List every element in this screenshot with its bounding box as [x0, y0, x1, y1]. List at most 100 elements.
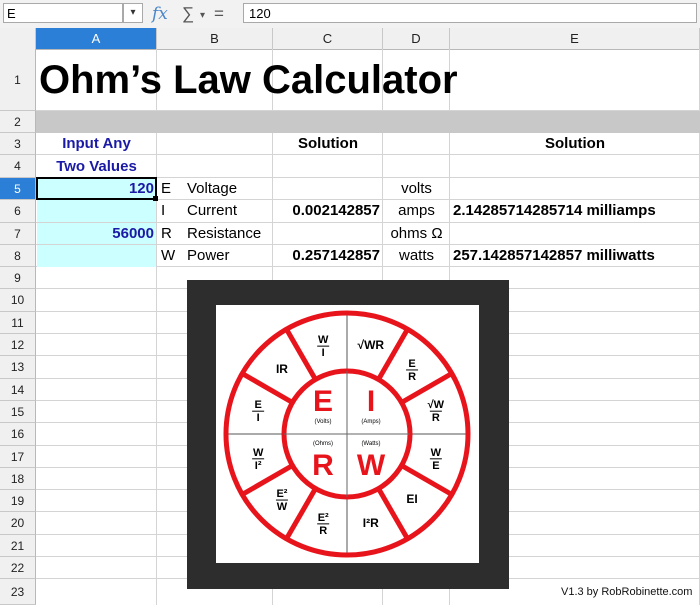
row-header-14[interactable]: 14	[0, 379, 36, 401]
ohms-law-wheel: √WRER√WRWEEII²RE²RE²WWI²EIIRWI E I R W (…	[223, 310, 471, 558]
column-header-a[interactable]: A	[36, 28, 157, 49]
current-label: Current	[187, 202, 238, 219]
center-volts: (Volts)	[314, 419, 331, 425]
power-label: Power	[187, 247, 230, 264]
wheel-segment-label: IR	[276, 362, 288, 376]
name-box[interactable]: E	[3, 3, 123, 23]
current-text-solution: 2.14285714285714 milliamps	[453, 202, 656, 219]
wheel-segment-numerator: E	[254, 399, 261, 411]
wheel-segment-label: EI	[406, 492, 417, 506]
wheel-segment-label: √WR	[358, 338, 385, 352]
center-r: R	[312, 449, 334, 482]
wheel-spoke	[376, 487, 410, 541]
center-e: E	[313, 385, 333, 418]
resistance-unit: ohms Ω	[390, 225, 443, 242]
wheel-image-background: √WR E R √W R W E EI I²R E² R E² W W I² E I IR W I E I R W (…	[216, 305, 479, 563]
row-header-11[interactable]: 11	[0, 312, 36, 334]
select-all-corner[interactable]	[0, 28, 36, 49]
row-header-22[interactable]: 22	[0, 557, 36, 579]
wheel-segment-denominator: I²	[255, 460, 262, 472]
column-header-c[interactable]: C	[273, 28, 383, 49]
center-ohms: (Ohms)	[313, 441, 333, 447]
wheel-spoke	[284, 327, 318, 381]
center-watts: (Watts)	[361, 441, 380, 447]
resistance-letter: R	[161, 225, 172, 242]
wheel-segment-numerator: √W	[428, 399, 445, 411]
row-header-5[interactable]: 5	[0, 178, 36, 200]
wheel-spoke	[400, 463, 454, 497]
row-header-6[interactable]: 6	[0, 200, 36, 223]
page-title: Ohm’s Law Calculator	[39, 58, 458, 102]
function-wizard-icon[interactable]: fx	[152, 4, 168, 24]
current-letter: I	[161, 202, 166, 219]
formula-icon[interactable]: =	[214, 4, 224, 24]
row-header-21[interactable]: 21	[0, 535, 36, 557]
wheel-segment-label: I²R	[363, 516, 379, 530]
wheel-segment-denominator: W	[277, 501, 288, 513]
resistance-label: Resistance	[187, 225, 262, 242]
row-header-4[interactable]: 4	[0, 155, 36, 178]
fill-handle[interactable]	[153, 196, 158, 201]
wheel-segment-numerator: E²	[276, 488, 287, 500]
row-header-1[interactable]: 1	[0, 49, 36, 111]
current-unit: amps	[398, 202, 435, 219]
wheel-segment-denominator: R	[432, 412, 440, 424]
power-text-solution: 257.142857142857 milliwatts	[453, 247, 655, 264]
solution-header-c: Solution	[298, 135, 358, 152]
input-header-line-1: Input Any	[62, 135, 131, 152]
row-header-13[interactable]: 13	[0, 356, 36, 379]
version-footer: V1.3 by RobRobinette.com	[561, 586, 693, 598]
input-cell-a6[interactable]	[37, 200, 156, 222]
row-header-23[interactable]: 23	[0, 579, 36, 605]
row-header-15[interactable]: 15	[0, 401, 36, 423]
center-w: W	[357, 449, 386, 482]
wheel-segment-numerator: W	[431, 447, 442, 459]
ohms-law-wheel-image: √WR E R √W R W E EI I²R E² R E² W W I² E I IR W I E I R W (…	[187, 280, 509, 589]
row-header-9[interactable]: 9	[0, 267, 36, 289]
row-header-16[interactable]: 16	[0, 423, 36, 446]
formula-input[interactable]: 120	[243, 3, 697, 23]
wheel-segment-denominator: R	[319, 525, 327, 537]
row-header-2[interactable]: 2	[0, 111, 36, 133]
wheel-spoke	[284, 487, 318, 541]
wheel-segment-numerator: E	[408, 358, 415, 370]
cell-cursor	[36, 177, 157, 200]
wheel-spoke	[240, 371, 294, 405]
row-header-20[interactable]: 20	[0, 512, 36, 535]
column-header-b[interactable]: B	[157, 28, 273, 49]
voltage-label: Voltage	[187, 180, 238, 197]
current-solution: 0.002142857	[292, 202, 380, 219]
solution-header-e: Solution	[545, 135, 605, 152]
voltage-letter: E	[161, 180, 172, 197]
formula-bar: E ▾ fx ∑ ▾ = 120	[0, 0, 700, 29]
row-header-19[interactable]: 19	[0, 490, 36, 512]
row-header-17[interactable]: 17	[0, 446, 36, 468]
column-header-d[interactable]: D	[383, 28, 450, 49]
sum-icon[interactable]: ∑	[182, 4, 194, 24]
name-box-dropdown-icon[interactable]: ▾	[123, 3, 143, 23]
sum-dropdown-icon[interactable]: ▾	[200, 6, 205, 26]
column-header-e[interactable]: E	[450, 28, 700, 49]
row-header-10[interactable]: 10	[0, 289, 36, 312]
row-header-8[interactable]: 8	[0, 245, 36, 267]
column-headers: A B C D E	[0, 28, 700, 50]
wheel-segment-denominator: R	[408, 371, 416, 383]
row-2-band	[36, 111, 700, 133]
voltage-unit: volts	[401, 180, 432, 197]
row-header-3[interactable]: 3	[0, 133, 36, 155]
wheel-segment-denominator: I	[322, 347, 325, 359]
row-header-18[interactable]: 18	[0, 468, 36, 490]
wheel-spoke	[376, 327, 410, 381]
input-header-line-2: Two Values	[56, 158, 137, 175]
input-cell-a8[interactable]	[37, 245, 156, 267]
row-header-7[interactable]: 7	[0, 223, 36, 245]
wheel-segment-numerator: E²	[318, 512, 329, 524]
row-header-12[interactable]: 12	[0, 334, 36, 356]
wheel-segment-numerator: W	[318, 334, 329, 346]
center-i: I	[367, 385, 375, 418]
resistance-input[interactable]: 56000	[36, 223, 154, 245]
power-solution: 0.257142857	[292, 247, 380, 264]
center-amps: (Amps)	[361, 419, 380, 425]
wheel-segment-denominator: I	[257, 412, 260, 424]
wheel-segment-numerator: W	[253, 447, 264, 459]
